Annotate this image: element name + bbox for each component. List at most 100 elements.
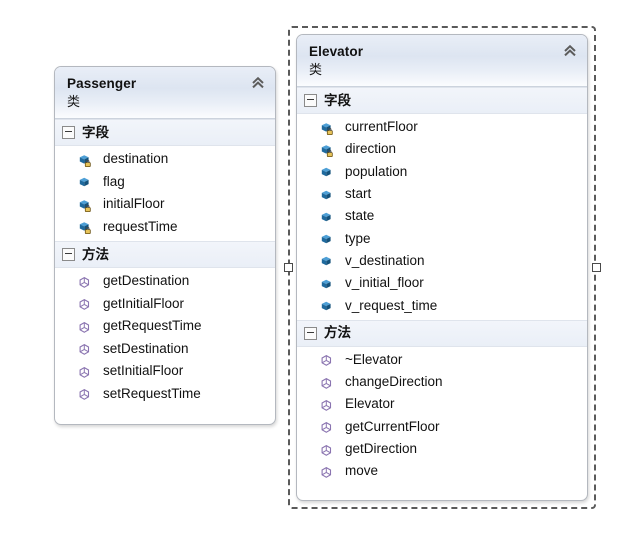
member-name: ~Elevator xyxy=(345,351,403,367)
member-name: population xyxy=(345,163,408,179)
compartment-title: 字段 xyxy=(324,92,351,108)
member-list-fields: destination flag initialFloor requestTim… xyxy=(55,146,275,241)
method-icon xyxy=(77,342,92,357)
member-name: Elevator xyxy=(345,396,395,412)
field-icon xyxy=(77,153,92,168)
list-item[interactable]: initialFloor xyxy=(55,193,275,216)
method-icon xyxy=(77,275,92,290)
class-title: Passenger xyxy=(67,76,137,91)
class-shape-elevator[interactable]: Elevator 类 字段 currentFloor direction pop… xyxy=(296,34,588,501)
field-icon xyxy=(77,198,92,213)
member-name: initialFloor xyxy=(103,196,165,212)
list-item[interactable]: requestTime xyxy=(55,216,275,239)
list-item[interactable]: changeDirection xyxy=(297,371,587,393)
list-item[interactable]: population xyxy=(297,161,587,183)
field-icon xyxy=(319,165,334,180)
compartment-header-fields[interactable]: 字段 xyxy=(55,119,275,146)
field-icon xyxy=(77,220,92,235)
member-name: setDestination xyxy=(103,340,189,356)
list-item[interactable]: move xyxy=(297,460,587,482)
compartment-header-methods[interactable]: 方法 xyxy=(297,319,587,347)
class-shape-passenger[interactable]: Passenger 类 字段 destination flag initialF… xyxy=(54,66,276,425)
method-icon xyxy=(319,443,334,458)
expander-minus-icon[interactable] xyxy=(62,248,75,261)
field-icon xyxy=(319,232,334,247)
member-name: requestTime xyxy=(103,218,178,234)
method-icon xyxy=(319,420,334,435)
list-item[interactable]: getCurrentFloor xyxy=(297,416,587,438)
compartment-header-methods[interactable]: 方法 xyxy=(55,241,275,268)
list-item[interactable]: currentFloor xyxy=(297,116,587,138)
compartment-title: 方法 xyxy=(324,325,351,341)
field-icon xyxy=(319,121,334,136)
list-item[interactable]: direction xyxy=(297,138,587,160)
member-name: start xyxy=(345,186,372,202)
field-icon xyxy=(319,143,334,158)
list-item[interactable]: flag xyxy=(55,171,275,194)
member-name: getRequestTime xyxy=(103,318,202,334)
member-name: state xyxy=(345,208,375,224)
method-icon xyxy=(319,353,334,368)
list-item[interactable]: ~Elevator xyxy=(297,349,587,371)
list-item[interactable]: setRequestTime xyxy=(55,383,275,406)
diagram-canvas[interactable]: Passenger 类 字段 destination flag initialF… xyxy=(0,0,640,537)
field-icon xyxy=(319,299,334,314)
member-name: setInitialFloor xyxy=(103,363,184,379)
field-icon xyxy=(319,254,334,269)
member-name: flag xyxy=(103,173,125,189)
method-icon xyxy=(77,297,92,312)
list-item[interactable]: getRequestTime xyxy=(55,315,275,338)
list-item[interactable]: start xyxy=(297,183,587,205)
class-header-elevator[interactable]: Elevator 类 xyxy=(297,35,587,87)
member-name: move xyxy=(345,463,379,479)
list-item[interactable]: state xyxy=(297,205,587,227)
class-title: Elevator xyxy=(309,44,364,59)
member-name: getDestination xyxy=(103,273,190,289)
field-icon xyxy=(319,210,334,225)
class-header-passenger[interactable]: Passenger 类 xyxy=(55,67,275,119)
list-item[interactable]: getDestination xyxy=(55,270,275,293)
field-icon xyxy=(319,188,334,203)
list-item[interactable]: Elevator xyxy=(297,393,587,415)
list-item[interactable]: destination xyxy=(55,148,275,171)
member-name: v_destination xyxy=(345,252,425,268)
member-name: setRequestTime xyxy=(103,385,201,401)
chevron-double-up-icon[interactable] xyxy=(250,75,266,91)
member-list-methods: getDestination getInitialFloor getReques… xyxy=(55,268,275,408)
member-name: type xyxy=(345,230,371,246)
list-item[interactable]: v_destination xyxy=(297,250,587,272)
method-icon xyxy=(319,376,334,391)
chevron-double-up-icon[interactable] xyxy=(562,43,578,59)
class-kind-label: 类 xyxy=(309,62,323,77)
expander-minus-icon[interactable] xyxy=(304,326,317,340)
field-icon xyxy=(77,175,92,190)
expander-minus-icon[interactable] xyxy=(304,94,317,107)
compartment-title: 字段 xyxy=(82,124,109,140)
method-icon xyxy=(319,398,334,413)
member-name: getDirection xyxy=(345,441,418,456)
list-item[interactable]: v_initial_floor xyxy=(297,272,587,294)
list-item[interactable]: setInitialFloor xyxy=(55,360,275,383)
method-icon xyxy=(77,320,92,335)
resize-handle-right[interactable] xyxy=(592,263,601,272)
resize-handle-left[interactable] xyxy=(284,263,293,272)
method-icon xyxy=(77,365,92,380)
field-icon xyxy=(319,277,334,292)
list-item[interactable]: getDirection xyxy=(297,438,587,460)
list-item[interactable]: getInitialFloor xyxy=(55,293,275,316)
method-icon xyxy=(319,465,334,480)
class-kind-label: 类 xyxy=(67,94,81,109)
compartment-header-fields[interactable]: 字段 xyxy=(297,87,587,114)
list-item[interactable]: type xyxy=(297,227,587,249)
compartment-title: 方法 xyxy=(82,246,109,262)
member-name: getInitialFloor xyxy=(103,295,185,311)
list-item[interactable]: v_request_time xyxy=(297,294,587,316)
list-item[interactable]: setDestination xyxy=(55,338,275,361)
member-name: currentFloor xyxy=(345,119,418,135)
member-name: v_request_time xyxy=(345,297,438,313)
member-list-fields: currentFloor direction population start … xyxy=(297,114,587,320)
expander-minus-icon[interactable] xyxy=(62,126,75,139)
member-name: changeDirection xyxy=(345,374,443,390)
method-icon xyxy=(77,387,92,402)
member-list-methods: ~Elevator changeDirection Elevator getCu… xyxy=(297,346,587,486)
